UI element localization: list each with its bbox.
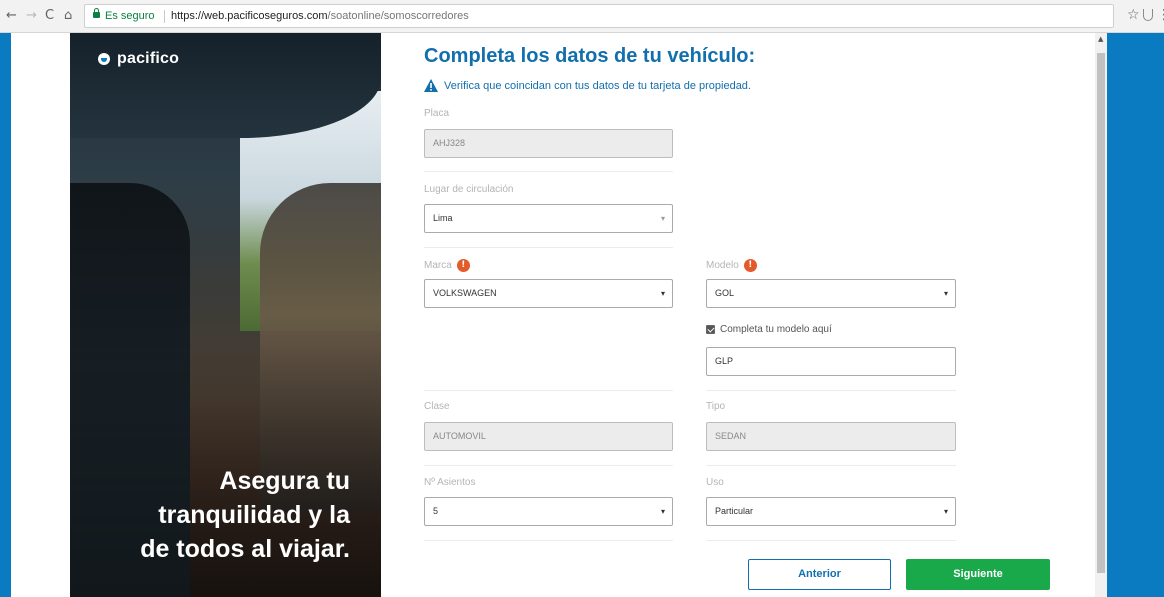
completa-modelo-label: Completa tu modelo aquí	[720, 324, 832, 335]
page-background: pacifico Asegura tu tranquilidad y la de…	[0, 33, 1164, 597]
arrow-left-icon[interactable]: ←	[6, 9, 17, 23]
divider	[706, 390, 956, 391]
slogan-line-2: tranquilidad y la	[158, 501, 350, 529]
lugar-label-text: Lugar de circulación	[424, 184, 514, 195]
browser-toolbar: ← → C ⌂ Es seguro https://web.pacificose…	[0, 0, 1164, 33]
slogan-line-1: Asegura tu	[219, 467, 350, 495]
previous-button[interactable]: Anterior	[748, 559, 891, 590]
divider	[424, 390, 673, 391]
page-title: Completa los datos de tu vehículo:	[424, 45, 756, 67]
extension-icon[interactable]	[1143, 9, 1153, 21]
clase-label: Clase	[424, 401, 450, 412]
warning-triangle-icon	[424, 79, 438, 92]
uso-select[interactable]: Particular ▾	[706, 497, 956, 526]
asientos-select[interactable]: 5 ▾	[424, 497, 673, 526]
modelo-value: GOL	[715, 288, 735, 298]
url-path: /soatonline/somoscorredores	[327, 10, 469, 22]
modelo-label: Modelo!	[706, 259, 757, 272]
marca-value: VOLKSWAGEN	[433, 288, 497, 298]
clase-field[interactable]: AUTOMOVIL	[424, 422, 673, 451]
lock-icon	[93, 8, 100, 18]
brand-logo[interactable]: pacifico	[98, 50, 179, 68]
chevron-down-icon: ▾	[660, 289, 665, 298]
tipo-value: SEDAN	[715, 431, 747, 441]
modelo-custom-input[interactable]: GLP	[706, 347, 956, 376]
completa-modelo-checkbox-row[interactable]: Completa tu modelo aquí	[706, 324, 832, 335]
marca-select[interactable]: VOLKSWAGEN ▾	[424, 279, 673, 308]
notice-text: Verifica que coincidan con tus datos de …	[444, 79, 751, 92]
divider	[424, 465, 673, 466]
divider	[424, 540, 673, 541]
chevron-down-icon: ▾	[943, 289, 948, 298]
divider	[424, 247, 673, 248]
asientos-label-text: Nº Asientos	[424, 477, 476, 488]
modelo-label-text: Modelo	[706, 260, 739, 271]
divider	[424, 171, 673, 172]
modelo-custom-value: GLP	[715, 356, 734, 366]
uso-label: Uso	[706, 477, 724, 488]
url-host: https://web.pacificoseguros.com	[171, 10, 328, 22]
clase-label-text: Clase	[424, 401, 450, 412]
address-bar[interactable]: Es seguro https://web.pacificoseguros.co…	[84, 4, 1114, 28]
star-icon[interactable]: ☆	[1127, 8, 1140, 22]
url-text[interactable]: https://web.pacificoseguros.com/soatonli…	[171, 5, 469, 27]
slogan-line-3: de todos al viajar.	[140, 535, 350, 563]
asientos-value: 5	[433, 506, 439, 516]
uso-label-text: Uso	[706, 477, 724, 488]
chevron-down-icon: ▾	[660, 507, 665, 516]
home-icon[interactable]: ⌂	[64, 9, 72, 23]
kebab-menu-icon[interactable]: ⋮	[1157, 8, 1164, 22]
tipo-label-text: Tipo	[706, 401, 726, 412]
completa-modelo-checkbox[interactable]	[706, 325, 715, 334]
asientos-label: Nº Asientos	[424, 477, 475, 488]
chevron-down-icon: ▾	[660, 214, 665, 223]
tipo-field[interactable]: SEDAN	[706, 422, 956, 451]
tipo-label: Tipo	[706, 401, 725, 412]
placa-label-text: Placa	[424, 108, 450, 119]
reload-icon[interactable]: C	[45, 9, 54, 23]
scrollbar-thumb[interactable]	[1097, 53, 1105, 573]
hero-slogan: Asegura tu tranquilidad y la de todos al…	[70, 464, 350, 566]
next-button[interactable]: Siguiente	[906, 559, 1050, 590]
verify-notice: Verifica que coincidan con tus datos de …	[424, 79, 751, 92]
scroll-up-icon[interactable]: ▲	[1098, 35, 1103, 43]
chevron-down-icon: ▾	[943, 507, 948, 516]
lugar-value: Lima	[433, 213, 453, 223]
marca-label: Marca!	[424, 259, 470, 272]
placa-value: AHJ328	[433, 138, 466, 148]
alert-circle-icon: !	[743, 259, 757, 272]
marca-label-text: Marca	[424, 260, 452, 271]
placa-label: Placa	[424, 108, 449, 119]
scrollbar[interactable]: ▲	[1095, 33, 1107, 597]
pacifico-logo-icon	[98, 53, 110, 65]
placa-field[interactable]: AHJ328	[424, 129, 673, 158]
lugar-select[interactable]: Lima ▾	[424, 204, 673, 233]
arrow-right-icon[interactable]: →	[26, 9, 37, 23]
uso-value: Particular	[715, 506, 754, 516]
divider	[706, 540, 956, 541]
divider	[706, 465, 956, 466]
modelo-select[interactable]: GOL ▾	[706, 279, 956, 308]
url-separator	[164, 10, 165, 23]
clase-value: AUTOMOVIL	[433, 431, 486, 441]
brand-name: pacifico	[117, 50, 180, 67]
secure-label: Es seguro	[105, 10, 155, 22]
lugar-label: Lugar de circulación	[424, 184, 514, 195]
alert-circle-icon: !	[456, 259, 470, 272]
hero-image: pacifico Asegura tu tranquilidad y la de…	[70, 33, 381, 597]
